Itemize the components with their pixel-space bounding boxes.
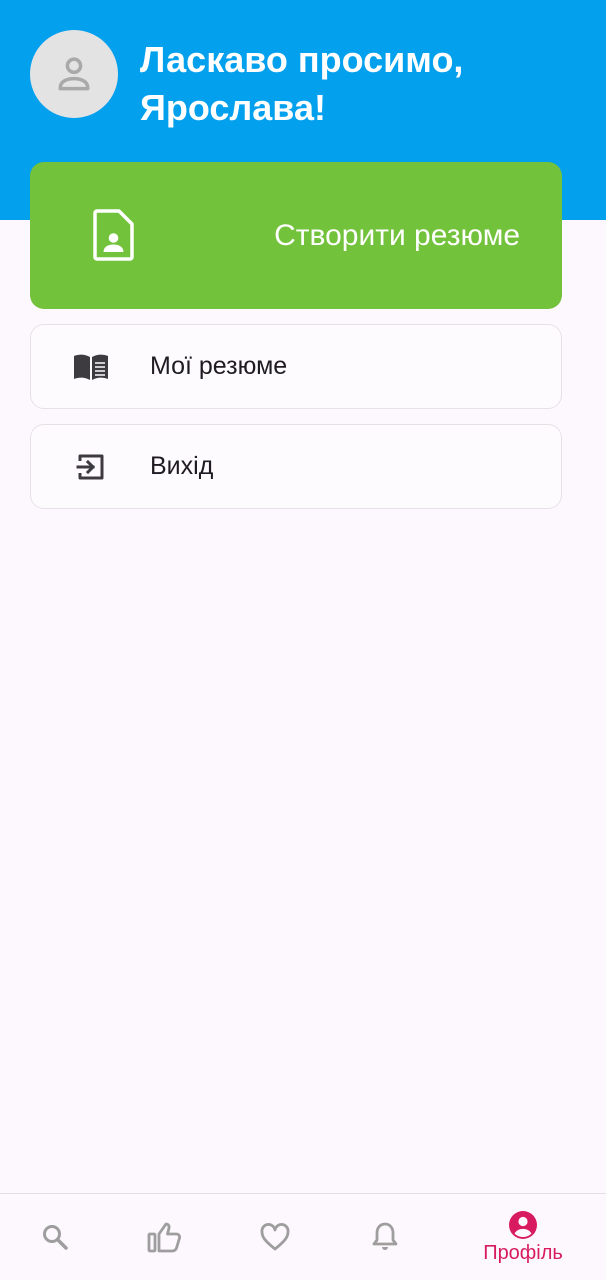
account-circle-icon bbox=[509, 1210, 537, 1239]
logout-icon bbox=[73, 452, 109, 482]
logout-label: Вихід bbox=[150, 451, 214, 480]
bell-icon bbox=[372, 1222, 398, 1250]
create-resume-label: Створити резюме bbox=[274, 218, 520, 252]
nav-favorites[interactable] bbox=[220, 1194, 330, 1280]
nav-profile[interactable]: Профіль bbox=[468, 1194, 578, 1280]
search-icon bbox=[43, 1225, 68, 1250]
resume-document-icon bbox=[93, 209, 134, 261]
logout-button[interactable]: Вихід bbox=[30, 424, 562, 509]
nav-recommendations[interactable] bbox=[110, 1194, 220, 1280]
nav-search[interactable] bbox=[0, 1194, 110, 1280]
welcome-greeting: Ласкаво просимо, Ярослава! bbox=[140, 39, 464, 128]
avatar[interactable] bbox=[30, 30, 118, 118]
create-resume-button[interactable]: Створити резюме bbox=[30, 162, 562, 309]
person-icon bbox=[58, 57, 90, 91]
heart-icon bbox=[260, 1223, 290, 1251]
book-icon bbox=[73, 352, 109, 382]
bottom-navigation: Профіль bbox=[0, 1193, 606, 1280]
nav-profile-label: Профіль bbox=[483, 1241, 563, 1264]
my-resumes-button[interactable]: Мої резюме bbox=[30, 324, 562, 409]
nav-notifications[interactable] bbox=[330, 1194, 440, 1280]
my-resumes-label: Мої резюме bbox=[150, 351, 288, 380]
thumb-up-icon bbox=[147, 1222, 181, 1253]
